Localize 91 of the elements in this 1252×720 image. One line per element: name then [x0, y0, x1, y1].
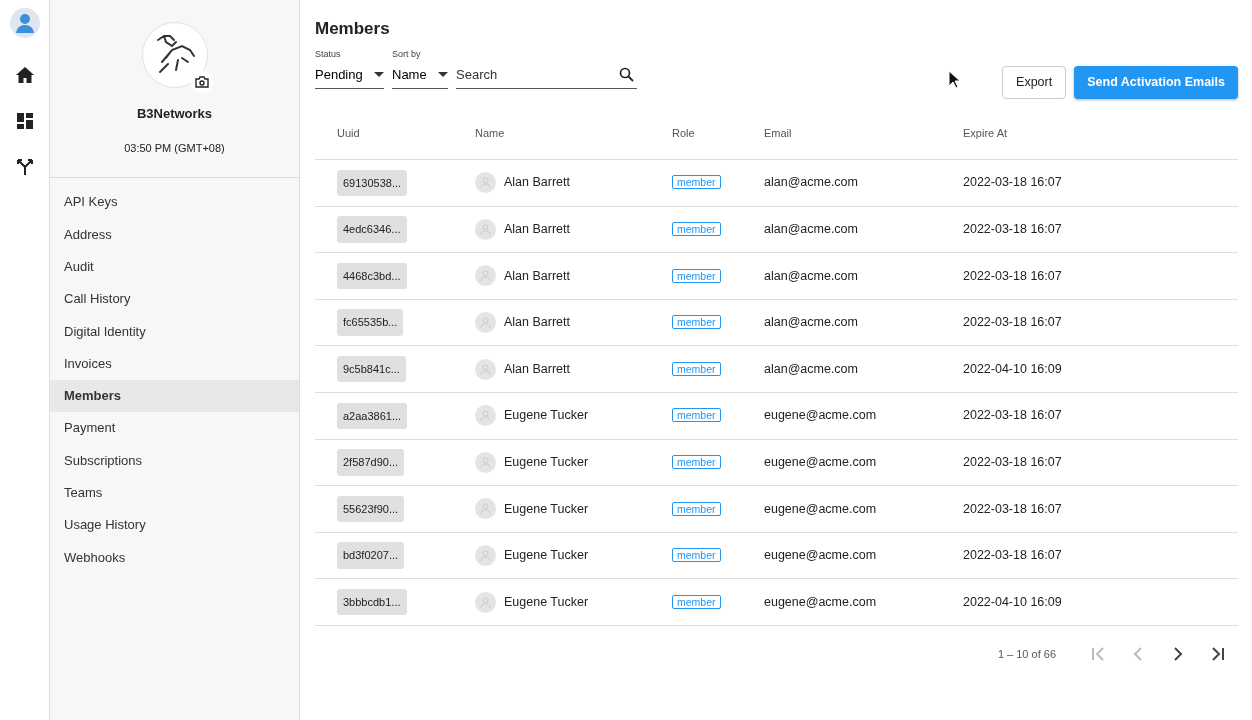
sort-dropdown[interactable]: Name	[392, 62, 448, 89]
expire-date: 2022-03-18 16:07	[963, 315, 1062, 330]
member-email: alan@acme.com	[764, 361, 858, 376]
member-email: alan@acme.com	[764, 315, 858, 330]
uuid-chip: 9c5b841c...	[337, 355, 406, 383]
expire-date: 2022-03-18 16:07	[963, 501, 1062, 516]
page-range: 1 – 10 of 66	[997, 646, 1056, 662]
member-name: Alan Barrett	[504, 221, 570, 238]
page-title: Members	[315, 18, 391, 40]
uuid-chip: fc65535b...	[337, 309, 404, 336]
avatar-icon	[475, 218, 496, 240]
expire-date: 2022-04-10 16:09	[963, 361, 1062, 376]
member-name: Alan Barrett	[504, 314, 570, 332]
role-tag: member	[672, 501, 721, 516]
sidebar-item[interactable]: API Keys	[50, 186, 299, 219]
sidebar-item[interactable]: Subscriptions	[50, 444, 299, 477]
role-tag: member	[672, 315, 721, 330]
uuid-chip: a2aa3861...	[337, 402, 408, 429]
sidebar-item[interactable]: Audit	[50, 250, 299, 283]
avatar-icon	[475, 405, 496, 427]
sort-label: Sort by	[392, 49, 422, 59]
status-label: Status	[315, 49, 342, 59]
avatar-icon	[475, 265, 496, 287]
column-header: Name	[475, 126, 505, 139]
expire-date: 2022-04-10 16:09	[963, 594, 1062, 609]
role-tag: member	[672, 222, 721, 236]
member-email: eugene@acme.com	[764, 501, 877, 516]
member-email: eugene@acme.com	[764, 455, 877, 469]
caret-icon	[374, 71, 384, 77]
status-dropdown[interactable]: Pending	[315, 62, 384, 89]
role-tag: member	[672, 268, 721, 283]
sidebar-item[interactable]: Call History	[50, 282, 299, 316]
role-tag: member	[672, 594, 721, 609]
caret-icon	[438, 71, 448, 77]
member-email: alan@acme.com	[764, 175, 858, 190]
expire-date: 2022-03-18 16:07	[963, 222, 1062, 236]
role-tag: member	[672, 361, 721, 376]
member-name: Alan Barrett	[504, 174, 570, 192]
role-tag: member	[672, 175, 721, 190]
column-header: Email	[764, 126, 792, 139]
avatar-icon	[475, 172, 496, 194]
sidebar-item[interactable]: Digital Identity	[50, 315, 299, 348]
sidebar-item[interactable]: Teams	[50, 476, 299, 509]
column-header: Expire At	[963, 126, 1008, 139]
uuid-chip: 4edc6346...	[337, 216, 407, 243]
uuid-chip: 2f587d90...	[337, 449, 405, 476]
member-name: Eugene Tucker	[504, 407, 589, 425]
sidebar-item[interactable]: Address	[50, 218, 299, 251]
role-tag: member	[672, 548, 721, 563]
avatar-icon	[475, 498, 496, 520]
sidebar-item[interactable]: Payment	[50, 412, 299, 445]
user-avatar-icon[interactable]	[9, 8, 40, 38]
member-email: alan@acme.com	[764, 268, 858, 283]
role-tag: member	[672, 408, 721, 423]
expire-date: 2022-03-18 16:07	[963, 548, 1062, 563]
member-email: eugene@acme.com	[764, 548, 877, 563]
role-tag: member	[672, 455, 721, 469]
avatar-icon	[475, 545, 496, 567]
column-header: Role	[672, 126, 695, 139]
member-name: Eugene Tucker	[504, 593, 589, 611]
uuid-chip: 3bbbcdb1...	[337, 588, 407, 616]
sidebar-item[interactable]: Usage History	[50, 508, 299, 542]
sidebar-item[interactable]: Members	[50, 379, 299, 413]
column-header: Uuid	[337, 126, 360, 139]
export-button[interactable]: Export	[1002, 65, 1067, 99]
avatar-icon	[475, 451, 496, 473]
avatar-icon	[475, 312, 496, 334]
uuid-chip: bd3f0207...	[337, 542, 405, 569]
member-name: Alan Barrett	[504, 360, 570, 378]
expire-date: 2022-03-18 16:07	[963, 408, 1062, 423]
expire-date: 2022-03-18 16:07	[963, 268, 1062, 283]
uuid-chip: 4468c3bd...	[337, 262, 407, 290]
search-field[interactable]: Search	[456, 62, 637, 89]
expire-date: 2022-03-18 16:07	[963, 175, 1062, 190]
member-email: alan@acme.com	[764, 222, 858, 236]
member-email: eugene@acme.com	[764, 408, 877, 423]
member-name: Eugene Tucker	[504, 454, 589, 471]
member-name: Eugene Tucker	[504, 547, 589, 565]
avatar-icon	[475, 358, 496, 380]
member-name: Eugene Tucker	[504, 500, 589, 518]
sidebar-item[interactable]: Webhooks	[50, 541, 299, 574]
sidebar-item[interactable]: Invoices	[50, 347, 299, 380]
member-name: Alan Barrett	[504, 267, 570, 285]
member-email: eugene@acme.com	[764, 594, 877, 609]
local-time: 03:50 PM (GMT+08)	[124, 140, 225, 156]
avatar-icon	[475, 591, 496, 613]
company-name: B3Networks	[136, 105, 213, 123]
uuid-chip: 69130538...	[337, 169, 408, 197]
search-icon	[619, 66, 634, 82]
expire-date: 2022-03-18 16:07	[963, 455, 1062, 469]
uuid-chip: 55623f90...	[337, 495, 405, 523]
